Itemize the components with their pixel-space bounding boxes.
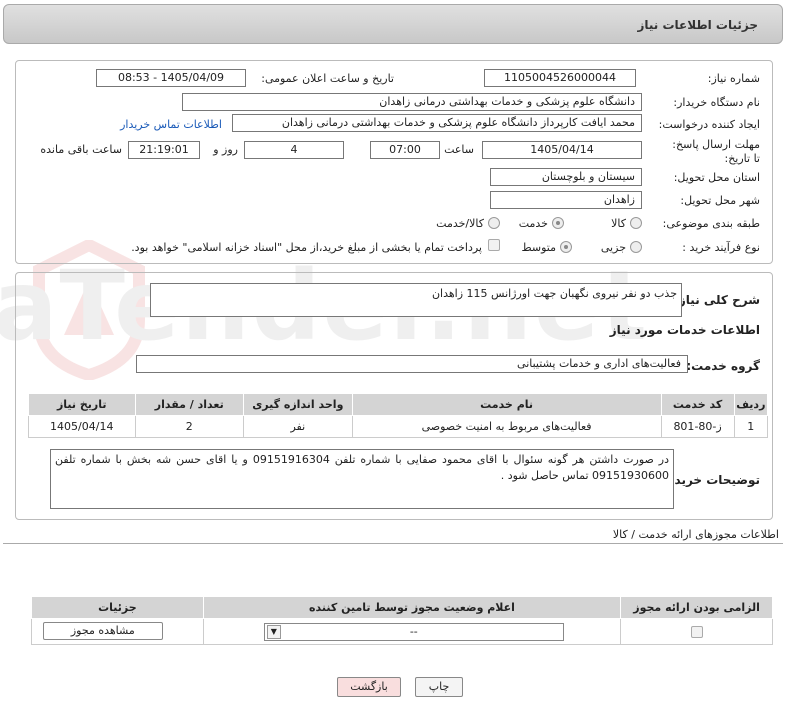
process-radio-minor[interactable] [631, 241, 643, 253]
col-name: نام خدمت [352, 393, 663, 416]
category-radio-goods-service[interactable] [489, 217, 501, 229]
cell-name: فعالیت‌های مربوط به امنیت خصوصی [352, 415, 663, 438]
view-permit-button[interactable]: مشاهده مجوز [43, 622, 164, 640]
process-radio-medium[interactable] [561, 241, 573, 253]
announce-field: 1405/04/09 - 08:53 [97, 69, 247, 87]
services-table-header: ردیف کد خدمت نام خدمت واحد اندازه گیری ت… [29, 393, 770, 416]
cell-qty: 2 [135, 415, 246, 438]
table-row: 1 ز-80-801 فعالیت‌های مربوط به امنیت خصو… [29, 415, 770, 438]
announce-label: تاریخ و ساعت اعلان عمومی: [262, 72, 395, 85]
permits-table: الزامی بودن ارائه مجوز اعلام وضعیت مجوز … [32, 596, 774, 645]
process-label: نوع فرآیند خرید : [683, 241, 761, 254]
payment-note: پرداخت تمام یا بخشی از مبلغ خرید،از محل … [132, 241, 483, 254]
deadline-date-field: 1405/04/14 [483, 141, 643, 159]
permits-panel: الزامی بودن ارائه مجوز اعلام وضعیت مجوز … [16, 584, 774, 654]
process-option-medium: متوسط [522, 241, 557, 254]
deadline-time-label: ساعت [445, 143, 475, 156]
col-unit: واحد اندازه گیری [244, 393, 354, 416]
services-table: ردیف کد خدمت نام خدمت واحد اندازه گیری ت… [29, 393, 770, 438]
city-field: زاهدان [491, 191, 643, 209]
cell-row: 1 [734, 415, 770, 438]
deadline-time-field: 07:00 [371, 141, 441, 159]
cell-date: 1405/04/14 [29, 415, 137, 438]
summary-label: شرح کلی نیاز: [675, 293, 761, 307]
category-option-goods-service: کالا/خدمت [437, 217, 485, 230]
col-permit-status: اعلام وضعیت مجوز توسط تامین کننده [203, 596, 623, 619]
permits-table-header: الزامی بودن ارائه مجوز اعلام وضعیت مجوز … [32, 596, 774, 619]
cell-code: ز-80-801 [661, 415, 736, 438]
col-permit-details: جزئیات [32, 596, 205, 619]
remaining-time-field: 21:19:01 [129, 141, 201, 159]
province-field: سیستان و بلوچستان [491, 168, 643, 186]
print-button[interactable]: چاپ [416, 677, 464, 697]
category-radio-goods[interactable] [631, 217, 643, 229]
days-label: روز و [214, 143, 239, 156]
city-label: شهر محل تحویل: [681, 194, 761, 207]
col-row: ردیف [734, 393, 770, 416]
category-label: طبقه بندی موضوعی: [663, 217, 761, 230]
province-label: استان محل تحویل: [674, 171, 761, 184]
permit-required-checkbox [691, 626, 704, 638]
remaining-label: ساعت باقی مانده [41, 143, 123, 156]
days-field: 4 [245, 141, 345, 159]
category-radio-service[interactable] [553, 217, 565, 229]
cell-permit-details: مشاهده مجوز [32, 618, 205, 645]
service-group-label: گروه خدمت: [687, 359, 761, 373]
page-header: جزئیات اطلاعات نیاز [4, 4, 784, 44]
buyer-contact-link[interactable]: اطلاعات تماس خریدار [121, 118, 223, 131]
summary-field: جذب دو نفر نیروی نگهبان جهت اورژانس 115 … [151, 283, 683, 317]
need-number-field: 1105004526000044 [485, 69, 637, 87]
buyer-notes-field: در صورت داشتن هر گونه سئوال با اقای محمو… [51, 449, 675, 509]
permits-section-title: اطلاعات مجوزهای ارائه خدمت / کالا [613, 528, 780, 541]
buyer-org-field: دانشگاه علوم پزشکی و خدمات بهداشتی درمان… [183, 93, 643, 111]
chevron-down-icon: ▼ [267, 625, 282, 639]
deadline-label: مهلت ارسال پاسخ: تا تاریخ: [673, 138, 761, 165]
service-group-field: فعالیت‌های اداری و خدمات پشتیبانی [137, 355, 689, 373]
buyer-org-label: نام دستگاه خریدار: [674, 96, 761, 109]
permit-status-select[interactable]: ▼ -- [264, 623, 565, 641]
category-option-service: خدمت [519, 217, 549, 230]
services-title: اطلاعات خدمات مورد نیاز [610, 323, 761, 337]
creator-label: ایجاد کننده درخواست: [659, 118, 761, 131]
cell-unit: نفر [244, 415, 354, 438]
section-divider [4, 543, 784, 544]
need-number-label: شماره نیاز: [708, 72, 761, 85]
col-code: کد خدمت [661, 393, 736, 416]
table-row: ▼ -- مشاهده مجوز [32, 618, 774, 645]
cell-permit-required [621, 618, 774, 645]
creator-field: محمد ایافت کارپرداز دانشگاه علوم پزشکی و… [233, 114, 643, 132]
back-button[interactable]: بازگشت [338, 677, 402, 697]
need-details-panel: شرح کلی نیاز: جذب دو نفر نیروی نگهبان جه… [16, 272, 774, 520]
process-option-minor: جزیی [601, 241, 627, 254]
col-date: تاریخ نیاز [29, 393, 137, 416]
treasury-checkbox[interactable] [489, 239, 501, 251]
page-title: جزئیات اطلاعات نیاز [638, 18, 759, 32]
category-option-goods: کالا [612, 217, 627, 230]
col-qty: تعداد / مقدار [135, 393, 246, 416]
col-permit-required: الزامی بودن ارائه مجوز [621, 596, 774, 619]
need-info-panel: شماره نیاز: 1105004526000044 تاریخ و ساع… [16, 60, 774, 264]
cell-permit-status: ▼ -- [203, 618, 623, 645]
permit-status-value: -- [410, 625, 419, 638]
